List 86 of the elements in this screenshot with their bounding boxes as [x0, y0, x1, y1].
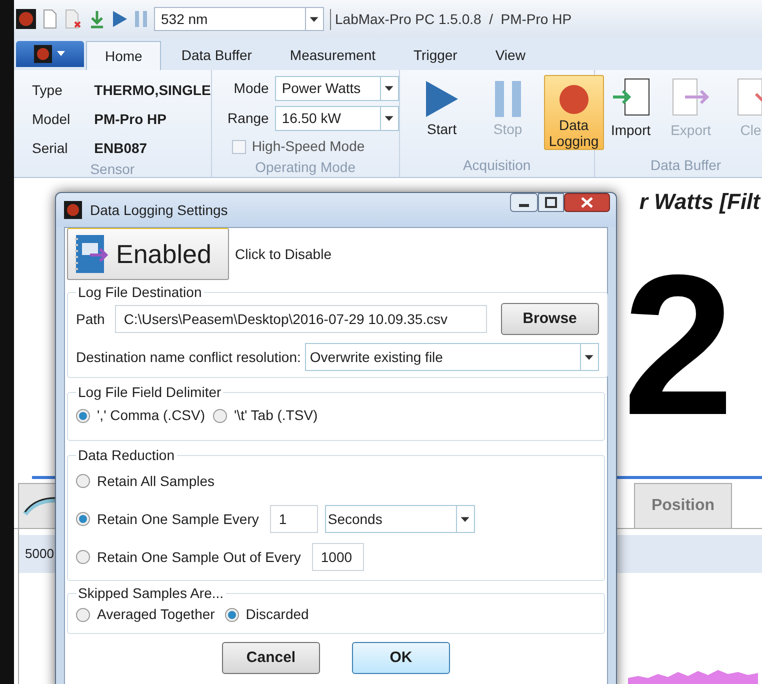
checkbox-label: High-Speed Mode	[252, 137, 365, 156]
ribbon-button[interactable]: Start	[412, 75, 472, 150]
dropdown[interactable]: Power Watts	[274, 76, 399, 101]
dialog-title: Data Logging Settings	[90, 200, 229, 220]
field-value: PM-Pro HP	[94, 110, 168, 129]
field-label: Mode	[232, 79, 269, 98]
ribbon-button[interactable]: Import	[604, 78, 657, 155]
download-arrow-icon[interactable]	[88, 9, 106, 29]
minimize-icon[interactable]	[510, 193, 538, 212]
radio-button[interactable]	[213, 408, 228, 422]
dropdown-value: Seconds	[326, 510, 384, 528]
dropdown-value: 16.50 kW	[280, 109, 342, 128]
app-logo-icon	[64, 201, 82, 219]
ribbon-tab[interactable]: View	[477, 41, 544, 70]
caret-icon	[56, 50, 66, 58]
logging-toggle-button[interactable]: Enabled	[67, 228, 229, 280]
radio-button[interactable]	[76, 474, 90, 488]
field-label: Model	[32, 110, 70, 129]
number-field[interactable]: 1	[270, 505, 318, 533]
field-value: THERMO,SINGLE	[94, 81, 211, 100]
group-caption: Sensor	[89, 160, 136, 179]
dropdown-value: Power Watts	[280, 79, 362, 98]
radio-button[interactable]	[76, 408, 90, 422]
wavelength-dropdown[interactable]: 532 nm	[154, 7, 324, 31]
field-label: Destination name conflict resolution:	[76, 348, 301, 366]
position-tab[interactable]: Position	[634, 483, 732, 528]
field-label: Range	[226, 109, 269, 128]
browse-button[interactable]: Browse	[500, 303, 599, 335]
group-caption: Operating Mode	[254, 158, 357, 177]
ribbon-tab[interactable]: Home	[86, 41, 162, 70]
app-logo-icon	[34, 45, 52, 63]
group-caption: Data Buffer	[650, 156, 722, 175]
dropdown[interactable]: 16.50 kW	[274, 106, 399, 131]
radio-label: Retain All Samples	[97, 472, 215, 491]
field-label: Serial	[32, 139, 69, 158]
close-icon[interactable]	[564, 193, 610, 212]
ribbon-tab[interactable]: Data Buffer	[163, 41, 270, 70]
group-legend: Data Reduction	[76, 445, 177, 466]
export-document-icon	[670, 78, 711, 116]
window-title: LabMax-Pro PC 1.5.0.8 / PM-Pro HP	[330, 8, 572, 30]
curve-icon	[23, 496, 57, 516]
toggle-hint: Click to Disable	[235, 244, 332, 264]
radio-label: Retain One Sample Out of Every	[97, 548, 301, 567]
radio-label: Discarded	[246, 605, 309, 624]
clear-document-icon	[736, 78, 762, 116]
delete-document-icon[interactable]	[64, 9, 82, 29]
import-document-icon	[610, 78, 651, 116]
radio-button[interactable]	[76, 512, 90, 526]
play-icon[interactable]	[112, 10, 128, 28]
path-field[interactable]: C:\Users\Peasem\Desktop\2016-07-29 10.09.35.csv	[114, 305, 487, 333]
field-value: ENB087	[94, 139, 148, 158]
radio-label: Retain One Sample Every	[97, 510, 259, 529]
maximize-icon[interactable]	[538, 193, 564, 212]
logbook-arrow-icon	[72, 233, 110, 275]
new-document-icon[interactable]	[42, 9, 58, 29]
field-label: Path	[76, 310, 105, 328]
pause-icon	[492, 79, 523, 119]
ribbon-tab[interactable]: Trigger	[396, 41, 476, 70]
field-label: Type	[32, 81, 64, 100]
radio-label: Averaged Together	[97, 605, 215, 624]
radio-button[interactable]	[76, 608, 90, 622]
dropdown-value: Overwrite existing file	[308, 348, 444, 367]
play-icon	[424, 79, 460, 119]
ok-button[interactable]: OK	[352, 642, 450, 674]
radio-label: '\t' Tab (.TSV)	[234, 406, 318, 425]
record-icon	[558, 84, 590, 115]
axis-label: 5000	[25, 545, 54, 564]
group-caption: Acquisition	[462, 156, 532, 175]
checkbox[interactable]	[232, 140, 246, 154]
dropdown[interactable]: Seconds	[324, 505, 475, 533]
ribbon-button[interactable]: Data Logging	[544, 75, 604, 150]
ribbon-tab[interactable]: Measurement	[272, 41, 394, 70]
radio-label: ',' Comma (.CSV)	[97, 406, 206, 425]
wavelength-value: 532 nm	[160, 10, 209, 28]
power-reading: 2	[622, 246, 735, 446]
number-field[interactable]: 1000	[312, 543, 364, 571]
measurement-heading: r Watts [Filt	[639, 188, 760, 216]
group-legend: Log File Field Delimiter	[76, 382, 224, 403]
group-legend: Skipped Samples Are...	[76, 583, 226, 604]
cancel-button[interactable]: Cancel	[222, 642, 320, 674]
radio-button[interactable]	[224, 608, 239, 622]
group-legend: Log File Destination	[76, 282, 204, 303]
dropdown[interactable]: Overwrite existing file	[304, 343, 599, 371]
application-menu-button[interactable]	[16, 41, 84, 67]
app-logo-icon[interactable]	[16, 9, 36, 29]
radio-button[interactable]	[76, 550, 90, 564]
